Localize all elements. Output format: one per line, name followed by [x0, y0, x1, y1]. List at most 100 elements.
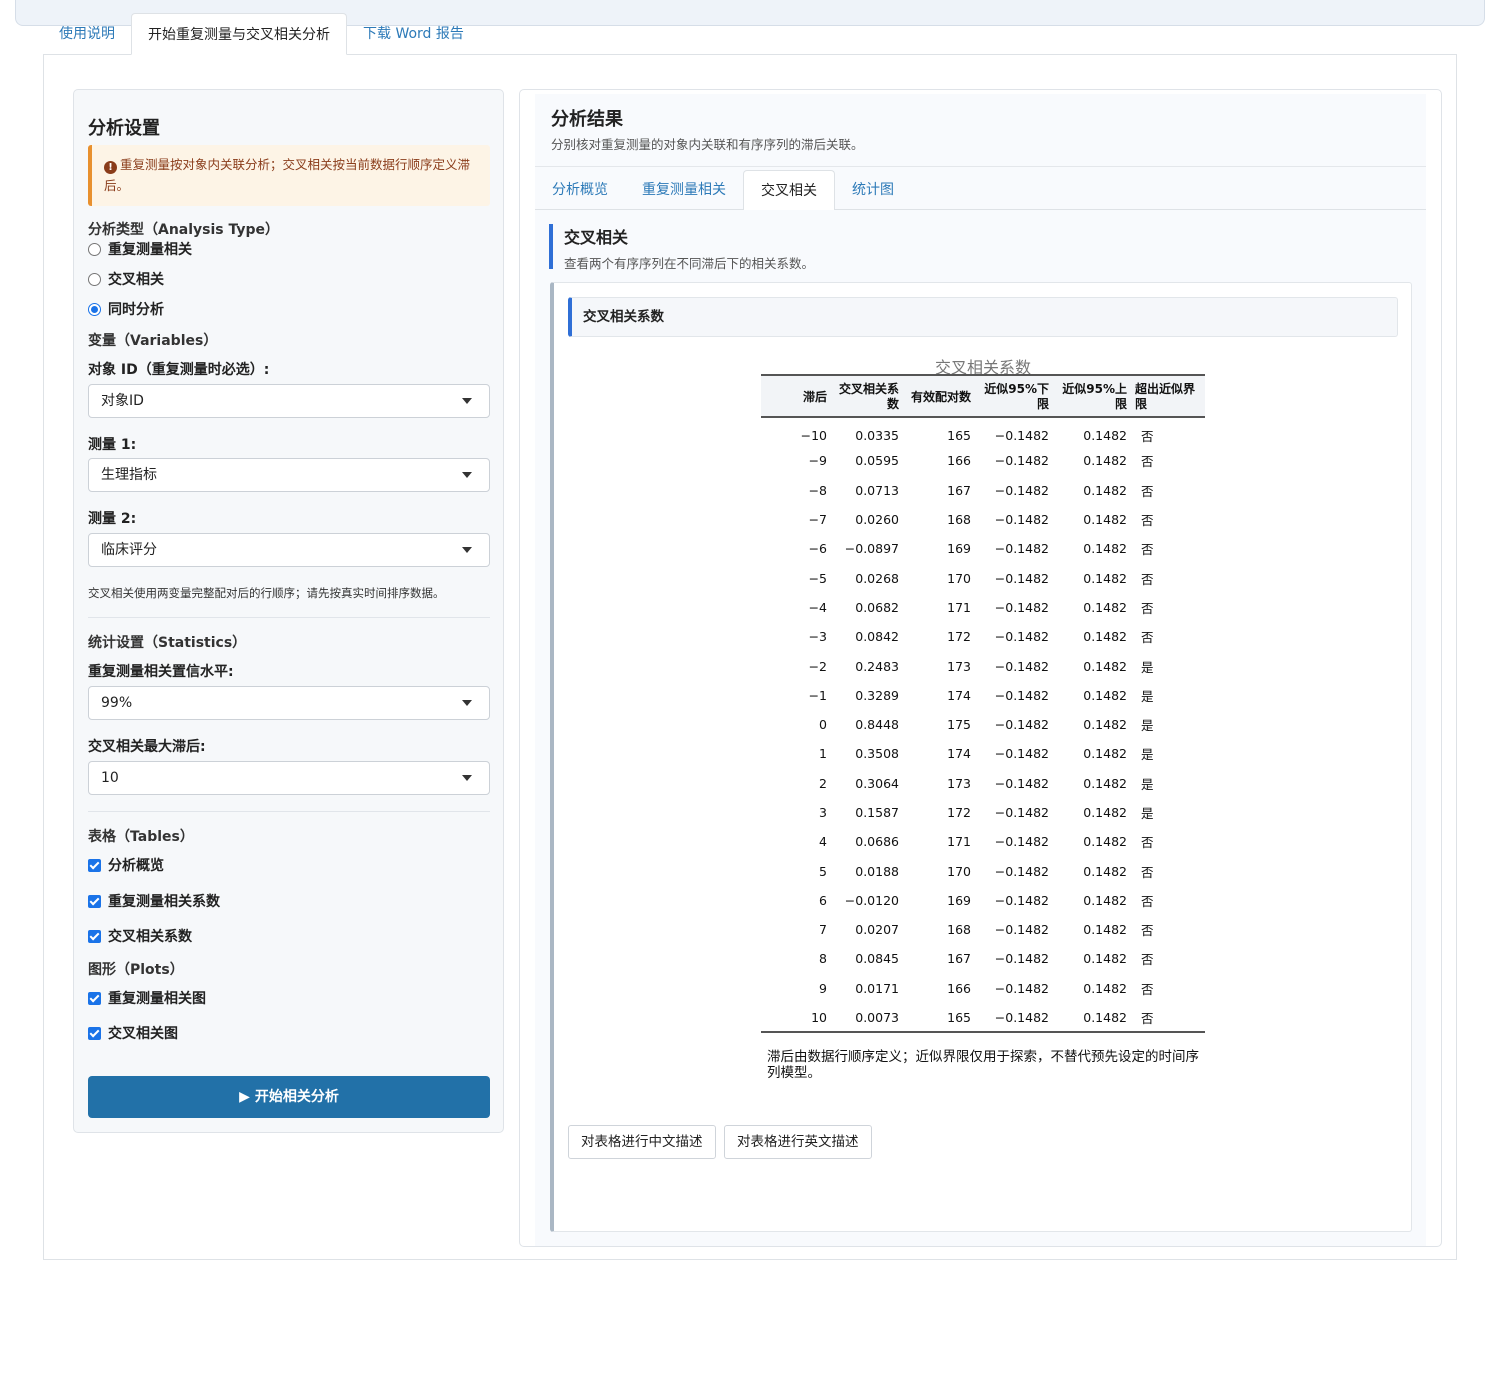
- table-row: −1 0.3289 174 −0.1482 0.1482 是: [761, 681, 1205, 710]
- table-row: 5 0.0188 170 −0.1482 0.1482 否: [761, 856, 1205, 885]
- tab-start-analysis[interactable]: 开始重复测量与交叉相关分析: [131, 13, 347, 55]
- table-cell: 10: [761, 1002, 831, 1034]
- table-cell: 173: [947, 775, 971, 791]
- warning-text: 重复测量按对象内关联分析；交叉相关按当前数据行顺序定义滞后。: [104, 157, 471, 193]
- subject-id-select[interactable]: 对象ID: [88, 384, 490, 418]
- table-cell: 1: [819, 746, 827, 762]
- max-lag-select[interactable]: 10: [88, 761, 490, 795]
- run-analysis-button[interactable]: ▶ 开始相关分析: [88, 1076, 490, 1118]
- describe-english-button[interactable]: 对表格进行英文描述: [724, 1125, 872, 1159]
- table-cell: 0.0682: [855, 599, 899, 615]
- table-cell: −0.1482: [994, 805, 1049, 820]
- table-cell: 168: [947, 922, 971, 938]
- radio-repeated-measures[interactable]: 重复测量相关: [88, 239, 192, 259]
- measure2-select[interactable]: 临床评分: [88, 533, 490, 567]
- main-tab-bar: 使用说明 开始重复测量与交叉相关分析 下载 Word 报告: [43, 13, 1457, 55]
- plots-heading: 图形（Plots）: [88, 962, 184, 978]
- tab-plots[interactable]: 统计图: [835, 170, 911, 210]
- table-cell: 171: [947, 599, 971, 615]
- table-row: −2 0.2483 173 −0.1482 0.1482 是: [761, 651, 1205, 680]
- radio-button[interactable]: [88, 242, 101, 256]
- table-cell: 是: [1141, 718, 1154, 734]
- checkbox[interactable]: [88, 929, 101, 943]
- table-cell: 0.0171: [855, 980, 899, 996]
- table-cell: −0.1482: [994, 482, 1049, 498]
- column-header: 近似95%上限: [1053, 374, 1131, 418]
- table-cell: 165: [903, 1002, 975, 1034]
- table-cell: −0.1482: [994, 629, 1049, 645]
- checkbox-label: 交叉相关图: [108, 1026, 178, 1042]
- ccf-table: 滞后 交叉相关系数 有效配对数 近似95%下限 近似95%上限 超出近似界限 −…: [761, 374, 1205, 1034]
- play-icon: ▶: [239, 1089, 250, 1105]
- conf-level-select[interactable]: 99%: [88, 686, 490, 720]
- chevron-down-icon: [462, 700, 472, 706]
- table-row: 10 0.0073 165 −0.1482 0.1482 否: [761, 1002, 1205, 1034]
- table-row: −6 −0.0897 169 −0.1482 0.1482 否: [761, 534, 1205, 563]
- radio-button-selected[interactable]: [88, 302, 101, 316]
- tab-overview[interactable]: 分析概览: [535, 170, 625, 210]
- table-cell: 否: [1141, 483, 1154, 499]
- checkbox-table-rm-corr[interactable]: 重复测量相关系数: [88, 891, 220, 911]
- table-cell: 172: [947, 629, 971, 645]
- describe-chinese-button[interactable]: 对表格进行中文描述: [568, 1125, 716, 1159]
- table-cell: 173: [947, 658, 971, 674]
- measure1-select[interactable]: 生理指标: [88, 458, 490, 492]
- measure2-label: 测量 2:: [88, 511, 137, 527]
- table-cell: 否: [1141, 571, 1154, 587]
- table-cell: −9: [808, 453, 827, 469]
- tab-download-word-report[interactable]: 下载 Word 报告: [347, 13, 480, 55]
- table-cell: 0.1482: [1083, 775, 1127, 791]
- radio-label: 同时分析: [108, 302, 164, 318]
- table-cell: 0.1482: [1083, 599, 1127, 615]
- checkbox-table-ccf[interactable]: 交叉相关系数: [88, 926, 192, 946]
- checkbox[interactable]: [88, 894, 101, 908]
- radio-cross-correlation[interactable]: 交叉相关: [88, 269, 164, 289]
- section-subtitle: 查看两个有序序列在不同滞后下的相关系数。: [564, 256, 815, 271]
- max-lag-value: 10: [101, 770, 119, 786]
- table-cell: 170: [947, 863, 971, 879]
- checkbox[interactable]: [88, 858, 101, 872]
- table-cell: −0.0897: [844, 541, 899, 557]
- table-cell: 168: [947, 512, 971, 528]
- table-cell: 0.8448: [855, 717, 899, 733]
- radio-both-analysis[interactable]: 同时分析: [88, 299, 164, 319]
- table-cell: 0.1482: [1083, 892, 1127, 908]
- tab-instructions[interactable]: 使用说明: [43, 13, 131, 55]
- table-cell: 0.1482: [1083, 922, 1127, 938]
- table-cell: 否: [1131, 1002, 1205, 1034]
- checkbox-plot-ccf[interactable]: 交叉相关图: [88, 1023, 178, 1043]
- column-header: 近似95%下限: [975, 374, 1053, 418]
- table-cell: 是: [1141, 659, 1154, 675]
- checkbox-table-overview[interactable]: 分析概览: [88, 855, 164, 875]
- table-cell: 0.1482: [1083, 629, 1127, 645]
- checkbox-plot-rm-corr[interactable]: 重复测量相关图: [88, 988, 206, 1008]
- section-title: 交叉相关: [564, 228, 629, 247]
- table-cell: 166: [947, 453, 971, 469]
- table-cell: 0.0260: [855, 512, 899, 528]
- table-cell: 否: [1141, 600, 1154, 616]
- variables-heading: 变量（Variables）: [88, 333, 218, 349]
- subject-id-label: 对象 ID（重复测量时必选）:: [88, 362, 270, 378]
- table-cell: 172: [947, 805, 971, 820]
- table-cell: 167: [947, 951, 971, 967]
- table-cell: 0.0686: [855, 834, 899, 850]
- tab-rm-correlation[interactable]: 重复测量相关: [625, 170, 743, 210]
- checkbox[interactable]: [88, 991, 101, 1005]
- table-cell: 0.1482: [1083, 570, 1127, 586]
- radio-button[interactable]: [88, 272, 101, 286]
- table-cell: −0.1482: [994, 570, 1049, 586]
- table-cell: 175: [947, 717, 971, 733]
- ccf-table-card: 交叉相关系数 交叉相关系数 滞后 交叉相关系数 有效配对数 近似95%下限 近似…: [550, 282, 1412, 1232]
- radio-label: 重复测量相关: [108, 242, 192, 258]
- checkbox[interactable]: [88, 1026, 101, 1040]
- table-cell: 8: [819, 951, 827, 967]
- table-cell: 否: [1141, 454, 1154, 470]
- tab-cross-correlation[interactable]: 交叉相关: [743, 170, 835, 211]
- table-cell: −0.1482: [994, 892, 1049, 908]
- section-header: 交叉相关 查看两个有序序列在不同滞后下的相关系数。: [549, 224, 815, 271]
- results-title: 分析结果: [551, 109, 623, 130]
- table-cell: −4: [808, 599, 827, 615]
- table-row: 0 0.8448 175 −0.1482 0.1482 是: [761, 710, 1205, 739]
- table-cell: −0.1482: [994, 717, 1049, 733]
- table-cell: 否: [1141, 981, 1154, 997]
